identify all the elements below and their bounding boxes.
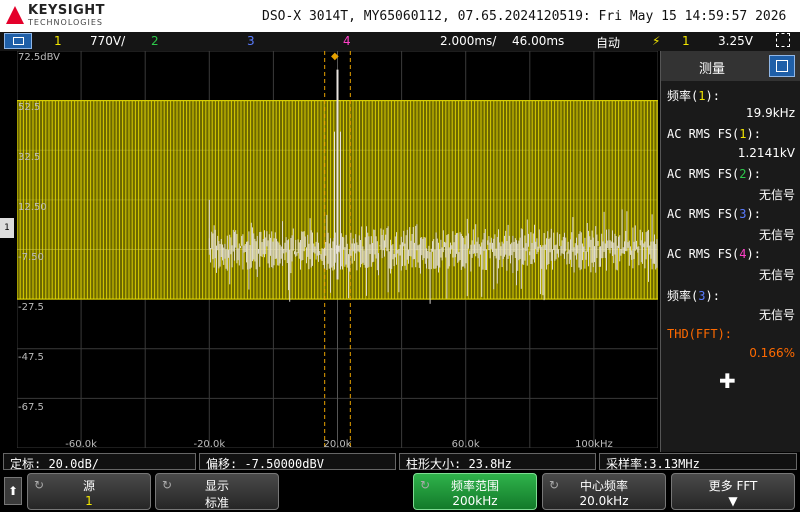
measurement-label: AC RMS FS(4): <box>667 247 761 261</box>
panel-icon <box>776 60 788 72</box>
measurement-panel: 测量 频率(1): 19.9kHz AC RMS FS(1): 1.2141kV AC … <box>660 51 800 452</box>
y-tick-label: -7.50 <box>18 252 44 263</box>
measurement-label: THD(FFT): <box>667 327 733 341</box>
y-tick-label: -47.5 <box>18 352 44 363</box>
device-info: DSO-X 3014T, MY65060112, 07.65.202412051… <box>262 9 787 24</box>
y-tick-label: 32.5 <box>18 152 41 163</box>
down-arrow-icon: ▼ <box>728 494 738 508</box>
measurement-label: AC RMS FS(2): <box>667 167 761 181</box>
ch1-number[interactable]: 1 <box>54 34 62 48</box>
x-tick-label: -60.0k <box>65 439 97 450</box>
measurement-channel: 2 <box>739 167 747 181</box>
trigger-level[interactable]: 3.25V <box>718 34 753 48</box>
softkey-value: 20.0kHz <box>579 494 629 508</box>
trigger-edge-icon: ⚡ <box>652 34 661 48</box>
bin-size-status: 柱形大小: 23.8Hz <box>399 453 596 471</box>
measurement-channel: 3 <box>739 207 747 221</box>
fft-plot[interactable]: 72.5dBV 52.5 32.5 12.50 -7.50 -27.5 -47.5 -67.5… <box>17 51 658 450</box>
measurement-label: 频率(3): <box>667 289 720 303</box>
main-menu-button[interactable] <box>4 33 32 49</box>
measurement-value: 无信号 <box>758 308 795 322</box>
measurement-name: AC RMS FS <box>667 167 733 181</box>
softkey-label: 更多 FFT <box>708 479 758 493</box>
measurement-item[interactable]: AC RMS FS(1): 1.2141kV <box>667 127 795 167</box>
measurement-label: AC RMS FS(1): <box>667 127 761 141</box>
measurement-item[interactable]: AC RMS FS(2): 无信号 <box>667 167 795 207</box>
measurement-name: 频率 <box>667 289 692 303</box>
channel-bar: 1 770V/ 2 3 4 2.000ms/ 46.00ms 自动 ⚡ 1 3.… <box>0 32 800 51</box>
ch1-ground-marker[interactable]: 1 <box>0 218 14 238</box>
measurement-name: 频率 <box>667 89 692 103</box>
softkey-value: 1 <box>85 494 93 508</box>
offset-status[interactable]: 偏移: -7.50000dBV <box>199 453 396 471</box>
menu-icon <box>13 37 24 45</box>
x-tick-label: 20.0k <box>323 439 352 450</box>
y-tick-label: 52.5 <box>18 102 41 113</box>
softkey-bar: ⬆ ↻ 源 1 ↻ 显示 标准 ↻ 频率范围 200kHz ↻ 中心频率 20.… <box>0 471 800 512</box>
softkey-label: 频率范围 <box>450 479 499 493</box>
timebase[interactable]: 2.000ms/ <box>440 34 496 48</box>
measurement-value: 19.9kHz <box>746 106 795 120</box>
measurement-name: AC RMS FS <box>667 247 733 261</box>
keysight-logo-icon <box>6 6 24 24</box>
measurement-item[interactable]: AC RMS FS(3): 无信号 <box>667 207 795 247</box>
ch3-number[interactable]: 3 <box>247 34 255 48</box>
source-softkey[interactable]: ↻ 源 1 <box>27 473 151 510</box>
measurement-value: 无信号 <box>758 188 795 202</box>
trigger-mode[interactable]: 自动 <box>596 34 620 51</box>
center-frequency-softkey[interactable]: ↻ 中心频率 20.0kHz <box>542 473 666 510</box>
measurement-item[interactable]: AC RMS FS(4): 无信号 <box>667 247 795 287</box>
measurement-item[interactable]: 频率(1): 19.9kHz <box>667 87 795 127</box>
measurement-name: AC RMS FS <box>667 207 733 221</box>
measurement-label: AC RMS FS(3): <box>667 207 761 221</box>
panel-header: 测量 <box>661 51 800 81</box>
status-bar: 定标: 20.0dB/ 偏移: -7.50000dBV 柱形大小: 23.8Hz… <box>0 452 800 471</box>
measurement-channel: 4 <box>739 247 747 261</box>
x-tick-label: -20.0k <box>193 439 226 450</box>
measurement-name: AC RMS FS <box>667 127 733 141</box>
delay[interactable]: 46.00ms <box>512 34 564 48</box>
back-arrow-icon[interactable]: ⬆ <box>4 477 22 505</box>
trigger-source[interactable]: 1 <box>682 34 690 48</box>
measurement-value: 无信号 <box>758 228 795 242</box>
softkey-value: 标准 <box>204 496 229 510</box>
softkey-label: 中心频率 <box>579 479 628 493</box>
cursor-marker-icon[interactable]: ◆ <box>331 51 339 62</box>
zoom-icon[interactable] <box>776 33 790 47</box>
display-softkey[interactable]: ↻ 显示 标准 <box>155 473 279 510</box>
sample-rate-status: 采样率:3.13MHz <box>599 453 797 471</box>
measurement-value: 无信号 <box>758 268 795 282</box>
measurement-value: 0.166% <box>749 346 795 360</box>
more-fft-softkey[interactable]: 更多 FFT ▼ <box>671 473 795 510</box>
title-bar: KEYSIGHT TECHNOLOGIES DSO-X 3014T, MY650… <box>0 0 800 32</box>
panel-title: 测量 <box>699 62 726 77</box>
softkey-label: 源 <box>82 479 95 493</box>
measurement-channel: 1 <box>739 127 747 141</box>
measurement-item[interactable]: 频率(3): 无信号 <box>667 287 795 327</box>
softkey-value: 200kHz <box>452 494 498 508</box>
y-tick-label: -67.5 <box>18 402 44 413</box>
brand-name: KEYSIGHT <box>28 3 105 18</box>
measurement-label: 频率(1): <box>667 89 720 103</box>
x-tick-label: 100kHz <box>575 439 613 450</box>
ch2-number[interactable]: 2 <box>151 34 159 48</box>
plot-canvas <box>17 51 658 448</box>
x-tick-label: 60.0k <box>451 439 480 450</box>
scale-status[interactable]: 定标: 20.0dB/ <box>3 453 196 471</box>
measurement-value: 1.2141kV <box>737 146 795 160</box>
ch1-scale[interactable]: 770V/ <box>90 34 125 48</box>
span-softkey[interactable]: ↻ 频率范围 200kHz <box>413 473 537 510</box>
add-measurement-button[interactable]: ✚ <box>719 369 736 393</box>
softkey-label: 显示 <box>204 479 229 493</box>
measurement-item[interactable]: THD(FFT): 0.166% <box>667 327 795 367</box>
y-tick-label: -27.5 <box>18 302 44 313</box>
ch4-number[interactable]: 4 <box>343 34 351 48</box>
panel-menu-button[interactable] <box>769 55 795 77</box>
y-tick-label: 12.50 <box>18 202 47 213</box>
brand-subtitle: TECHNOLOGIES <box>28 18 103 27</box>
y-tick-label: 72.5dBV <box>18 52 61 63</box>
